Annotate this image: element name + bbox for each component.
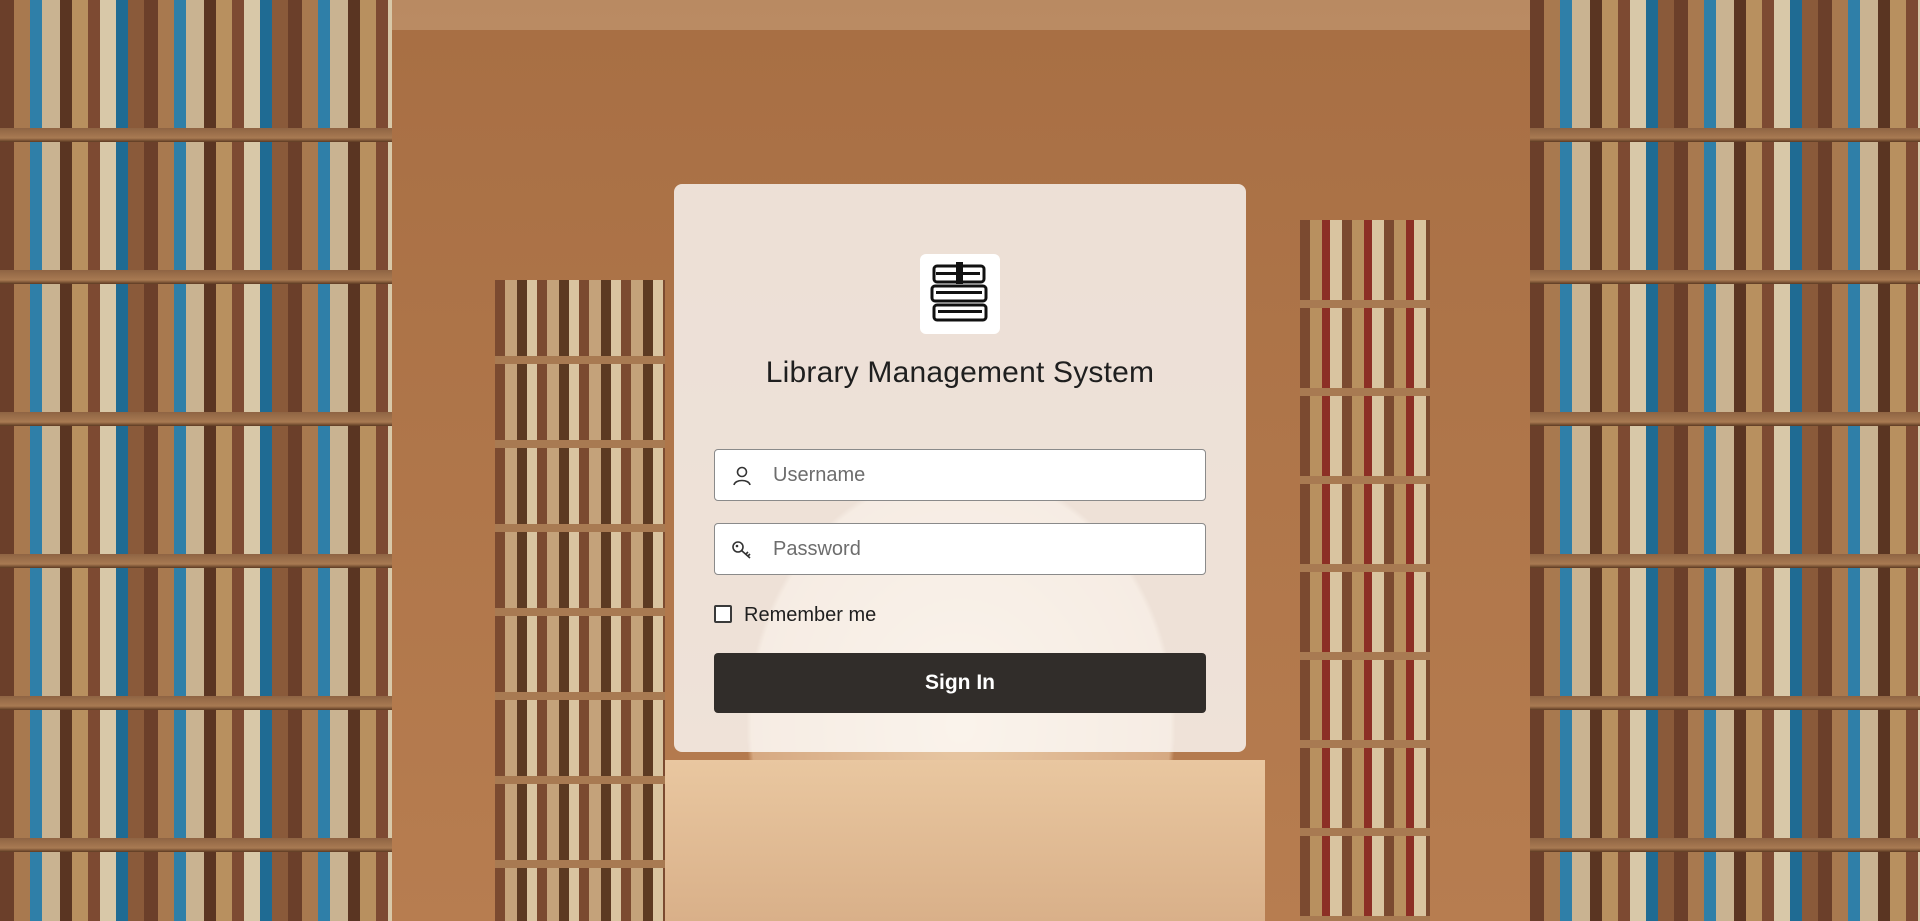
- username-input[interactable]: [773, 450, 1193, 500]
- bookshelf-inner-left: [495, 280, 665, 921]
- key-icon: [731, 539, 753, 561]
- page-title: Library Management System: [765, 356, 1155, 389]
- user-icon: [731, 465, 753, 487]
- username-field[interactable]: [714, 449, 1206, 501]
- sign-in-button[interactable]: Sign In: [714, 653, 1206, 713]
- password-field[interactable]: [714, 523, 1206, 575]
- library-floor: [665, 760, 1265, 921]
- remember-me-checkbox[interactable]: [714, 605, 732, 623]
- bookshelf-left: [0, 0, 392, 921]
- bookshelf-right: [1530, 0, 1920, 921]
- books-stack-icon: [920, 254, 1000, 334]
- login-card: Library Management System Remember me Si…: [674, 184, 1246, 752]
- bookshelf-inner-right: [1300, 220, 1430, 921]
- password-input[interactable]: [773, 524, 1193, 574]
- remember-me-label[interactable]: Remember me: [744, 604, 876, 627]
